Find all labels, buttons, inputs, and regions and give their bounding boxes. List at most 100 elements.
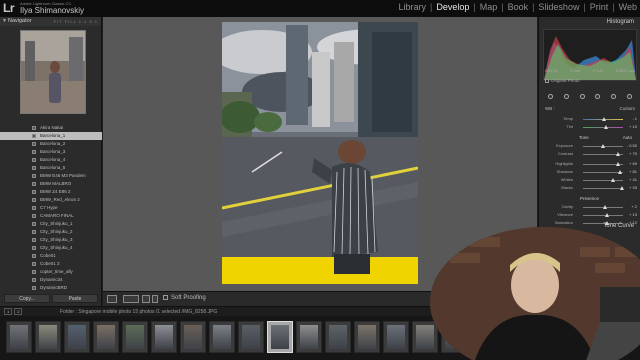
preset-item[interactable]: Barcelona_5 [0,164,102,172]
wb-label: WB : [545,106,555,111]
preset-icon [32,206,36,210]
preset-label: copter_time_ally [40,269,73,274]
preset-item[interactable]: Barcelona_4 [0,156,102,164]
preset-item[interactable]: BMW_Red_Akron 2 [0,196,102,204]
tone-auto-button[interactable]: Auto [623,135,632,140]
filmstrip-thumbnail[interactable] [151,321,177,353]
tone-curve-header[interactable]: Tone Curve [603,223,634,229]
filmstrip-thumbnail[interactable] [412,321,438,353]
preset-item[interactable]: City_Shinjuku_2 [0,228,102,236]
filmstrip-thumbnail[interactable] [93,321,119,353]
red-eye-icon[interactable] [579,93,585,99]
filmstrip-thumbnail[interactable] [122,321,148,353]
filmstrip-thumbnail[interactable] [325,321,351,353]
preset-item[interactable]: DynamicBRD [0,284,102,292]
loupe-view-icon[interactable] [107,295,117,303]
vibrance-slider[interactable]: Vibrance + 13 [543,212,637,218]
original-photo-checkbox[interactable] [545,78,549,83]
preset-item[interactable]: Barcelona_3 [0,148,102,156]
module-library[interactable]: Library [395,2,429,16]
preset-item[interactable]: CAMARO FINAL [0,212,102,220]
original-photo-toggle[interactable]: Original Photo [545,78,580,83]
preset-item[interactable]: Cobe01 [0,252,102,260]
filmstrip-thumbnail[interactable] [64,321,90,353]
preset-item[interactable]: BMW MALBRO [0,180,102,188]
presets-list[interactable]: Akira Nakai Barcelona_1 Barcelona_2 Barcelo… [0,124,102,294]
white-balance-row: WB : Custom [545,106,635,111]
soft-proofing-toggle[interactable]: Soft Proofing [163,295,206,301]
module-slideshow[interactable]: Slideshow [535,2,582,16]
preset-item[interactable]: Akira Nakai [0,124,102,132]
top-bar: Lr Adobe Lightroom Classic CC Ilya Shima… [0,0,640,17]
main-window-button[interactable]: 1 [4,308,13,315]
filmstrip-thumbnail[interactable] [354,321,380,353]
copy-view-icon[interactable] [152,295,158,303]
navigator-header[interactable]: ▼ Navigator FIT FILL 1:1 3:1 [0,17,101,26]
clarity-slider[interactable]: Clarity + 2 [543,204,637,210]
histogram-title[interactable]: Histogram [607,19,634,25]
preset-icon [32,182,36,186]
filmstrip-thumbnail[interactable] [267,321,293,353]
exposure-slider[interactable]: Exposure - 0.50 [543,143,637,149]
module-develop[interactable]: Develop [433,2,472,16]
preset-label: Barcelona_4 [40,157,66,162]
adjustment-brush-icon[interactable] [626,93,632,99]
temp-slider[interactable]: Temp - 1 [543,116,637,122]
filmstrip-thumbnail[interactable] [35,321,61,353]
preset-item[interactable]: City_Shinjuku_4 [0,244,102,252]
graduated-filter-icon[interactable] [595,93,601,99]
preset-item[interactable]: Barcelona_1 [0,132,102,140]
copy-settings-button[interactable]: Copy... [4,294,50,303]
main-photo-image [222,22,418,284]
preset-item[interactable]: Barcelona_2 [0,140,102,148]
whites-slider[interactable]: Whites + 41 [543,177,637,183]
before-after-view-icon[interactable] [123,295,139,303]
preset-label: BMW MALBRO [40,181,72,186]
paste-settings-button[interactable]: Paste [52,294,98,303]
filmstrip-thumbnail[interactable] [238,321,264,353]
navigator-zoom-options[interactable]: FIT FILL 1:1 3:1 [54,17,98,26]
left-panel: ▼ Navigator FIT FILL 1:1 3:1 Akira Nakai… [0,17,102,306]
preset-item[interactable]: Dynamic34 [0,276,102,284]
preset-item[interactable]: BMW Z4 E86 2 [0,188,102,196]
tint-slider[interactable]: Tint + 10 [543,124,637,130]
radial-filter-icon[interactable] [610,93,616,99]
module-web[interactable]: Web [616,2,640,16]
preset-icon [32,262,36,266]
shadows-slider[interactable]: Shadows + 81 [543,169,637,175]
swap-view-icon[interactable] [142,295,150,303]
filmstrip-thumbnail[interactable] [209,321,235,353]
preset-item[interactable]: copter_time_ally [0,268,102,276]
preset-item[interactable]: Cobe01 2 [0,260,102,268]
thumbnail-image [126,325,144,349]
secondary-window-button[interactable]: 2 [14,308,23,315]
thumbnail-image [97,325,115,349]
module-book[interactable]: Book [505,2,532,16]
preset-item[interactable]: City_Shinjuku_3 [0,236,102,244]
soft-proofing-checkbox[interactable] [163,295,168,300]
preset-item[interactable]: City_Shinjuku_1 [0,220,102,228]
histogram[interactable] [543,29,637,81]
main-photo[interactable] [222,22,418,284]
spot-removal-icon[interactable] [563,93,569,99]
filmstrip-thumbnail[interactable] [6,321,32,353]
filmstrip-thumbnail[interactable] [383,321,409,353]
preset-icon [32,286,36,290]
highlights-slider[interactable]: Highlights + 69 [543,161,637,167]
crop-tool-icon[interactable] [548,93,554,99]
contrast-slider[interactable]: Contrast + 70 [543,151,637,157]
filmstrip-thumbnail[interactable] [180,321,206,353]
preset-label: Barcelona_2 [40,141,66,146]
preset-label: DynamicBRD [40,285,68,290]
filmstrip-thumbnail[interactable] [296,321,322,353]
preset-label: Akira Nakai [40,125,64,130]
module-map[interactable]: Map [477,2,501,16]
blacks-slider[interactable]: Blacks + 93 [543,185,637,191]
preset-item[interactable]: BMW E46 M3 Pandem [0,172,102,180]
module-print[interactable]: Print [587,2,612,16]
navigator-preview[interactable] [20,30,86,114]
wb-dropdown[interactable]: Custom [619,106,635,111]
thumbnail-image [68,325,86,349]
preset-item[interactable]: C7 Hype [0,204,102,212]
filmstrip-source-info[interactable]: Folder : Singapore mobile photo 15 photo… [60,309,217,315]
